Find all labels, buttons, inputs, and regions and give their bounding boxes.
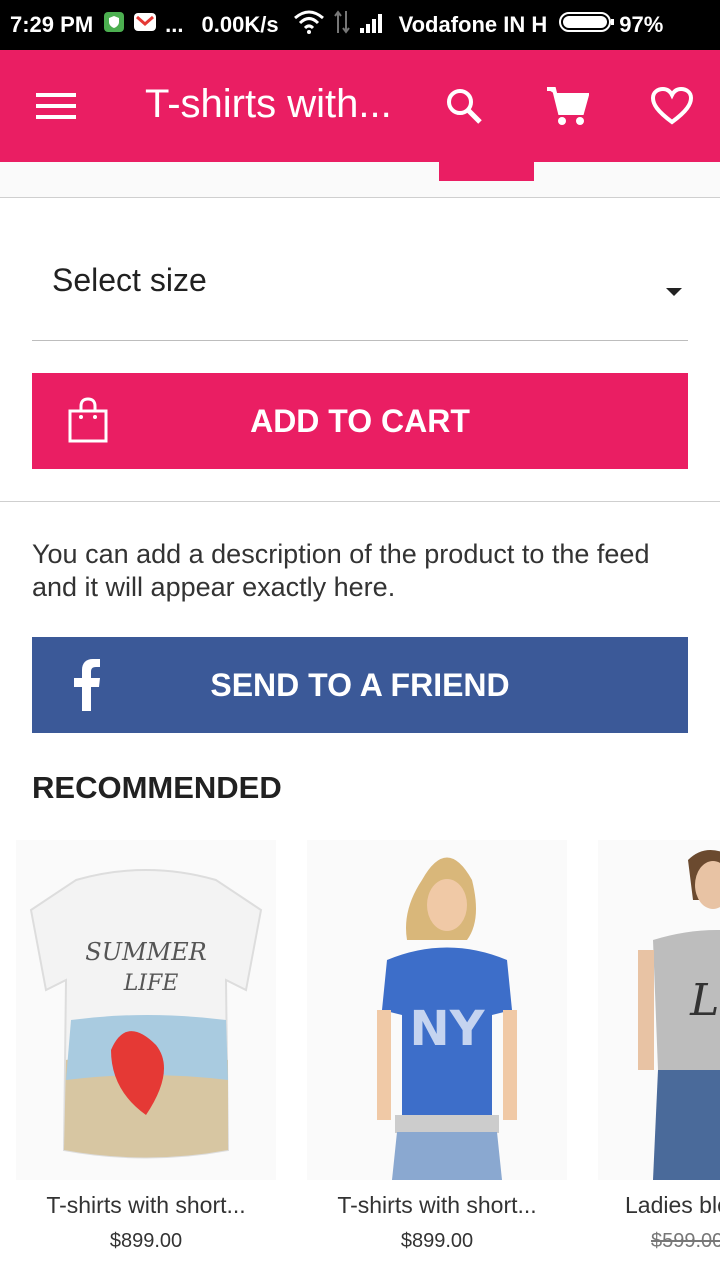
product-description: You can add a description of the product…: [32, 539, 650, 602]
product-name: Ladies blo: [625, 1192, 720, 1218]
product-image: NY: [307, 840, 567, 1180]
product-card[interactable]: SUMMER LIFE T-shirts with short... $899.…: [16, 840, 276, 1280]
size-select[interactable]: Select size: [32, 230, 688, 341]
shopping-bag-icon: [68, 397, 108, 451]
add-to-cart-button[interactable]: ADD TO CART: [32, 373, 688, 469]
dropdown-arrow-icon: [666, 288, 682, 296]
search-icon[interactable]: [438, 80, 490, 132]
product-name: T-shirts with short...: [46, 1192, 246, 1218]
recommended-heading: RECOMMENDED: [32, 770, 282, 805]
svg-text:LIFE: LIFE: [123, 971, 179, 996]
product-image: Lo: [598, 840, 720, 1180]
divider: [0, 501, 720, 502]
product-price: $899.00: [400, 1230, 474, 1252]
svg-text:SUMMER: SUMMER: [85, 938, 206, 966]
product-card[interactable]: NY T-shirts with short... $899.00: [307, 840, 567, 1280]
shopping-cart-icon[interactable]: [541, 80, 593, 132]
svg-text:Lo: Lo: [689, 975, 720, 1026]
product-name: T-shirts with short...: [337, 1192, 537, 1218]
network-speed: 0.00K/s: [201, 12, 279, 37]
add-to-cart-label: ADD TO CART: [250, 402, 470, 439]
send-to-friend-label: SEND TO A FRIEND: [210, 666, 510, 703]
gmail-icon: [133, 11, 157, 39]
carrier-name: Vodafone IN H: [398, 12, 548, 37]
heart-icon[interactable]: [646, 80, 698, 132]
battery-percent: 97%: [619, 12, 664, 37]
image-indicator: [439, 162, 534, 181]
product-price: $599.00: [651, 1230, 720, 1252]
divider: [0, 197, 720, 198]
battery-icon: [559, 10, 615, 40]
signal-icon: [359, 10, 387, 40]
svg-text:NY: NY: [410, 1001, 486, 1057]
size-select-label: Select size: [52, 262, 207, 298]
page-title: T-shirts with...: [145, 82, 392, 126]
wifi-icon: [293, 10, 325, 40]
app-toolbar: T-shirts with...: [0, 50, 720, 162]
more-notifications-icon: ...: [165, 12, 184, 37]
status-bar: 7:29 PM ... 0.00K/s Vodafone IN H 97%: [0, 0, 720, 50]
hamburger-menu-icon[interactable]: [30, 80, 82, 132]
vpn-shield-icon: [103, 11, 125, 39]
product-price: $899.00: [109, 1230, 183, 1252]
product-card[interactable]: Lo Ladies blo $599.00: [598, 840, 720, 1280]
send-to-friend-button[interactable]: SEND TO A FRIEND: [32, 637, 688, 733]
product-image-strip: [0, 162, 720, 198]
facebook-icon: [72, 659, 102, 719]
status-time: 7:29 PM: [10, 12, 94, 37]
data-arrows-icon: [333, 9, 351, 41]
product-image: SUMMER LIFE: [16, 840, 276, 1180]
